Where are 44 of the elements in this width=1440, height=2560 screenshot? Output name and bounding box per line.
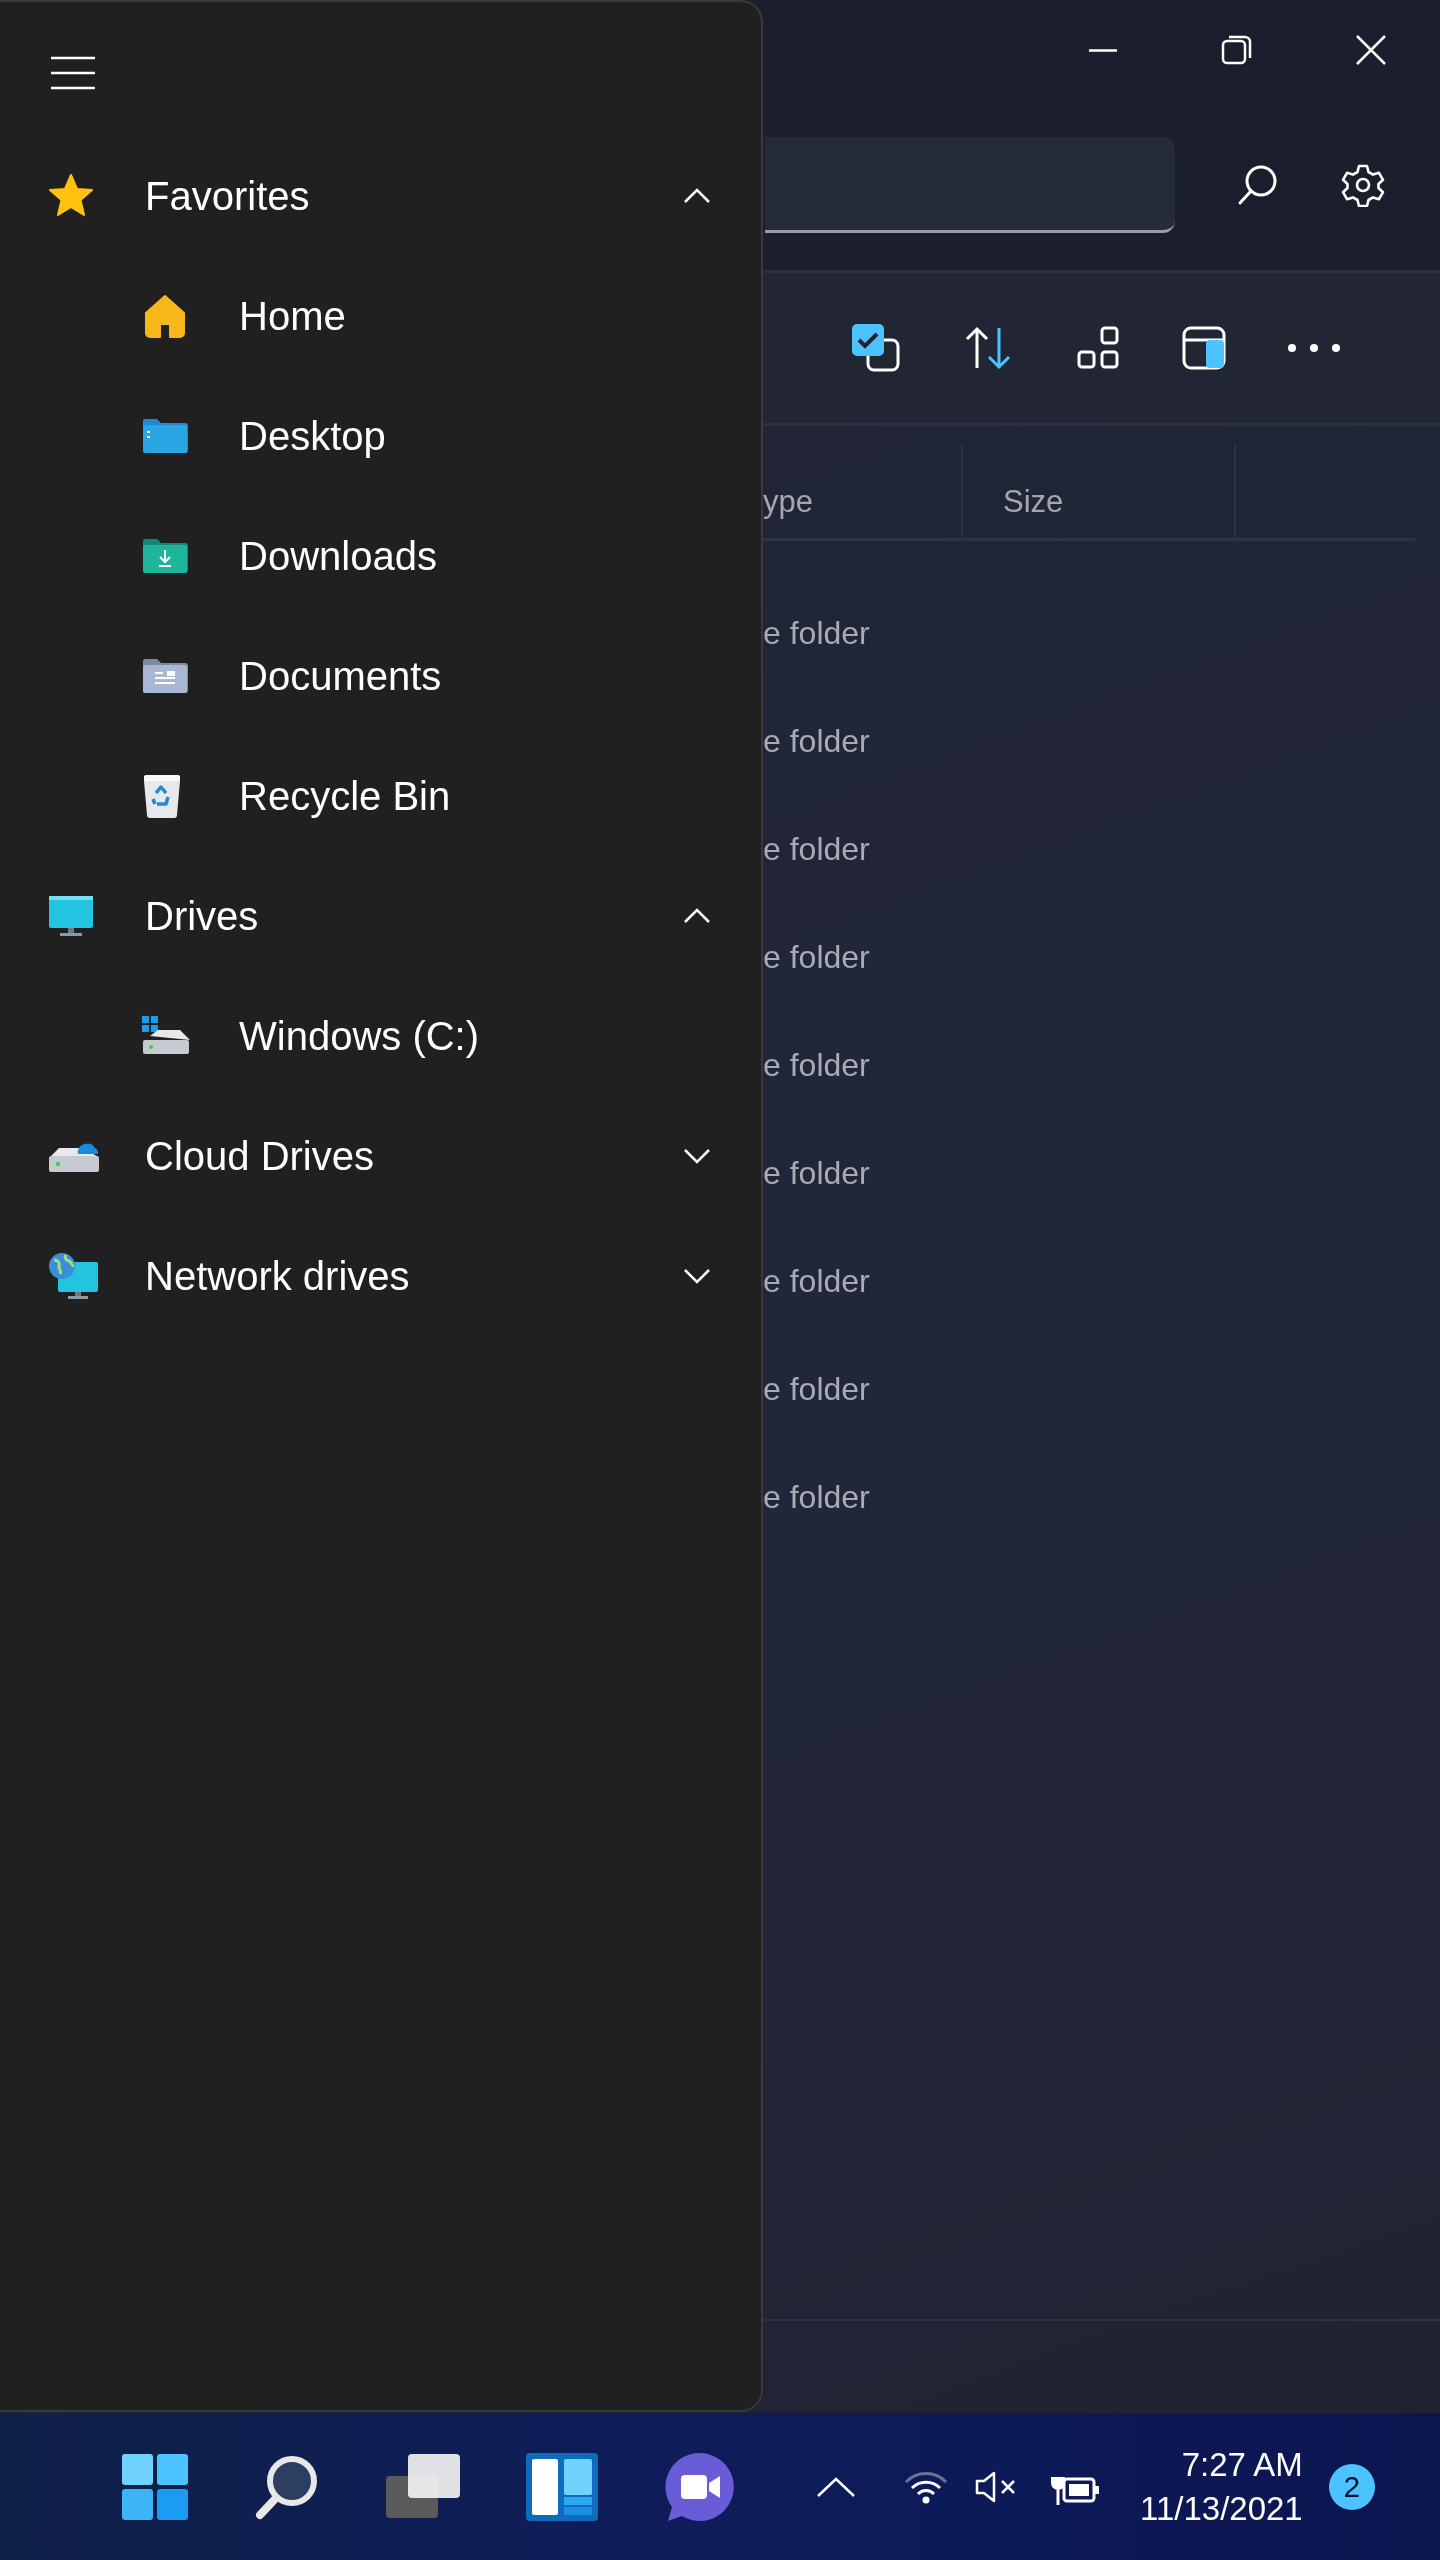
expand-chevron-icon[interactable] bbox=[683, 1268, 711, 1284]
close-button[interactable] bbox=[1354, 33, 1388, 67]
table-cell: e folder bbox=[763, 938, 870, 976]
globe-monitor-icon bbox=[48, 1252, 100, 1300]
wifi-icon[interactable] bbox=[904, 2469, 948, 2504]
more-button[interactable] bbox=[1288, 344, 1340, 352]
select-button[interactable] bbox=[850, 322, 902, 374]
nav-item[interactable]: Documents bbox=[0, 616, 731, 736]
expand-chevron-icon[interactable] bbox=[683, 1148, 711, 1164]
download-folder-icon bbox=[142, 538, 188, 574]
restore-button[interactable] bbox=[1220, 33, 1254, 67]
nav-item[interactable]: Desktop bbox=[0, 376, 731, 496]
monitor-icon bbox=[48, 895, 94, 937]
nav-item[interactable]: Cloud Drives bbox=[0, 1096, 731, 1216]
nav-item[interactable]: Downloads bbox=[0, 496, 731, 616]
notification-badge[interactable]: 2 bbox=[1328, 2463, 1375, 2510]
table-cell: e folder bbox=[763, 830, 870, 868]
clock-button[interactable]: 7:27 AM 11/13/2021 bbox=[1136, 2440, 1307, 2533]
star-icon bbox=[48, 173, 94, 219]
view-button[interactable] bbox=[1076, 326, 1120, 370]
nav-item[interactable]: Recycle Bin bbox=[0, 736, 731, 856]
nav-item[interactable]: Home bbox=[0, 256, 731, 376]
preview-pane-button[interactable] bbox=[1182, 326, 1226, 370]
nav-item[interactable]: Network drives bbox=[0, 1216, 731, 1336]
collapse-chevron-icon[interactable] bbox=[683, 908, 711, 924]
document-folder-icon bbox=[142, 658, 188, 694]
table-cell: e folder bbox=[763, 614, 870, 652]
minimize-button[interactable] bbox=[1086, 48, 1120, 52]
address-field[interactable] bbox=[765, 137, 1175, 233]
table-cell: e folder bbox=[763, 1154, 870, 1192]
table-cell: e folder bbox=[763, 722, 870, 760]
collapse-chevron-icon[interactable] bbox=[683, 188, 711, 204]
menu-button[interactable] bbox=[50, 54, 96, 92]
recycle-bin-icon bbox=[142, 773, 182, 819]
column-header[interactable]: Size bbox=[963, 444, 1236, 538]
nav-item[interactable]: Drives bbox=[0, 856, 731, 976]
house-icon bbox=[142, 293, 188, 339]
table-cell: e folder bbox=[763, 1478, 870, 1516]
nav-item[interactable]: Windows (C:) bbox=[0, 976, 731, 1096]
table-cell: e folder bbox=[763, 1370, 870, 1408]
folder-icon bbox=[142, 418, 188, 454]
table-cell: e folder bbox=[763, 1262, 870, 1300]
table-cell: e folder bbox=[763, 1046, 870, 1084]
hard-drive-icon bbox=[142, 1016, 190, 1056]
